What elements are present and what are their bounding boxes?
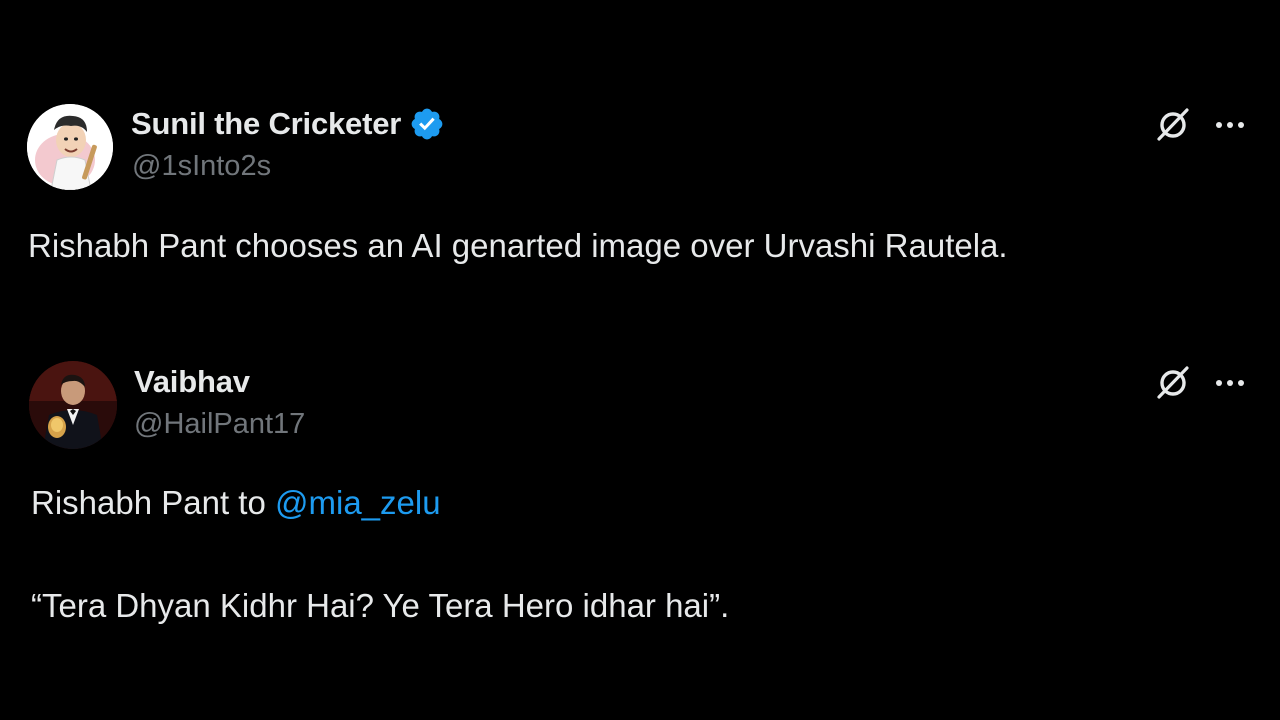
tweet-text-line-2: “Tera Dhyan Kidhr Hai? Ye Tera Hero idha…: [31, 587, 730, 624]
avatar[interactable]: [27, 104, 113, 190]
avatar[interactable]: [29, 361, 117, 449]
display-name-row: Sunil the Cricketer: [131, 106, 445, 142]
avatar-photo-image: [29, 361, 117, 449]
display-name[interactable]: Vaibhav: [134, 364, 250, 400]
handle[interactable]: @1sInto2s: [132, 150, 271, 183]
tweet-text: Rishabh Pant chooses an AI genarted imag…: [28, 227, 1008, 264]
more-options-icon[interactable]: [1212, 110, 1248, 140]
tweet-text-prefix: Rishabh Pant to: [31, 484, 275, 521]
avatar-caricature-image: [27, 104, 113, 190]
verified-badge-icon[interactable]: [409, 106, 445, 142]
grok-icon[interactable]: [1154, 364, 1192, 402]
mention-link[interactable]: @mia_zelu: [275, 484, 441, 521]
more-options-icon[interactable]: [1212, 368, 1248, 398]
handle[interactable]: @HailPant17: [134, 408, 305, 441]
grok-icon[interactable]: [1154, 106, 1192, 144]
display-name[interactable]: Sunil the Cricketer: [131, 106, 401, 142]
tweet-text-line-1: Rishabh Pant to @mia_zelu: [31, 483, 441, 523]
display-name-row: Vaibhav: [134, 364, 250, 400]
